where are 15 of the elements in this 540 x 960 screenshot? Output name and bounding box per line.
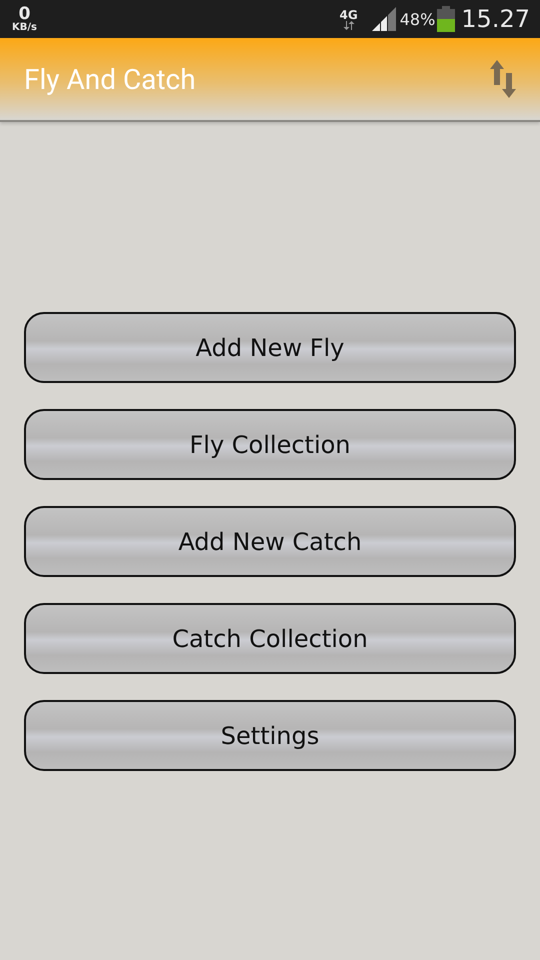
battery-icon bbox=[437, 6, 456, 32]
data-transfer-icon bbox=[342, 20, 356, 30]
menu-button[interactable]: Settings bbox=[24, 700, 516, 771]
app-title: Fly And Catch bbox=[24, 62, 196, 96]
sort-icon[interactable] bbox=[490, 60, 516, 98]
network-speed: 0 bbox=[18, 6, 30, 22]
menu-button[interactable]: Catch Collection bbox=[24, 603, 516, 674]
network-type: 4G bbox=[340, 8, 358, 20]
speed-unit: KB/s bbox=[12, 22, 37, 32]
menu-button[interactable]: Fly Collection bbox=[24, 409, 516, 480]
battery-percent: 48% bbox=[400, 10, 436, 28]
menu-button[interactable]: Add New Catch bbox=[24, 506, 516, 577]
clock: 15.27 bbox=[461, 5, 530, 33]
signal-icon bbox=[372, 7, 396, 31]
menu-button[interactable]: Add New Fly bbox=[24, 312, 516, 383]
